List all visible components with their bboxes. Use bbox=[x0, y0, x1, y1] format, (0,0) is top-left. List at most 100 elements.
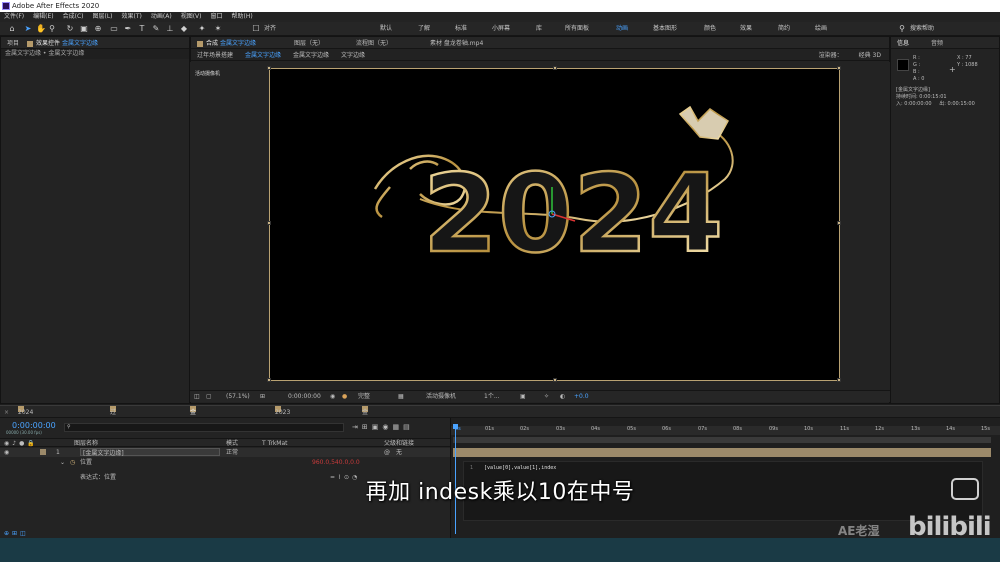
toggle-icon[interactable]: ▣ bbox=[520, 391, 526, 403]
work-area-bar[interactable] bbox=[453, 437, 991, 443]
brush-tool-icon[interactable]: ✎ bbox=[152, 25, 160, 33]
tab-effect-controls[interactable]: 效果控件 金属文字边缘 bbox=[27, 38, 98, 47]
timeline-switch-icons[interactable]: ⇥⊞▣◉▦▤ bbox=[352, 423, 414, 431]
menu-effect[interactable]: 效果(T) bbox=[122, 12, 142, 22]
layer-row[interactable]: ◉ 1 [金属文字边缘] 正常 @ 无 bbox=[0, 448, 450, 457]
layer-name[interactable]: [金属文字边缘] bbox=[80, 448, 220, 457]
exposure-value[interactable]: +0.0 bbox=[574, 391, 589, 403]
col-mode[interactable]: 模式 bbox=[226, 439, 238, 448]
timeline-search-input[interactable]: ⚲ bbox=[64, 423, 344, 432]
crumb-metal-text-2[interactable]: 金属文字边缘 bbox=[293, 50, 329, 59]
camera-tool-icon[interactable]: ▣ bbox=[80, 25, 88, 33]
eye-icon[interactable]: ◉ bbox=[4, 448, 9, 457]
col-trkmat[interactable]: T TrkMat bbox=[262, 439, 288, 448]
workspace-paint[interactable]: 绘画 bbox=[815, 24, 827, 34]
always-preview-icon[interactable]: ◫ bbox=[194, 391, 200, 403]
handle-bottom-center[interactable] bbox=[553, 378, 557, 382]
viewer-timecode[interactable]: 0:00:00:00 bbox=[288, 391, 321, 403]
tab-flowchart[interactable]: 流程图（无） bbox=[356, 38, 392, 47]
views-dropdown[interactable]: 1个... bbox=[484, 391, 500, 403]
menu-window[interactable]: 窗口 bbox=[210, 12, 222, 22]
time-ruler[interactable]: 0s 01s 02s 03s 04s 05s 06s 07s 08s 09s 1… bbox=[451, 426, 1000, 435]
tab-composition[interactable]: 合成 金属文字边缘 bbox=[197, 38, 256, 47]
expression-text[interactable]: [value[0],value[1],index bbox=[484, 465, 556, 471]
menu-animation[interactable]: 动画(A) bbox=[151, 12, 172, 22]
property-value[interactable]: 960.0,540.0,0.0 bbox=[312, 458, 360, 467]
playhead-handle[interactable] bbox=[453, 424, 458, 429]
workspace-library[interactable]: 库 bbox=[536, 24, 542, 34]
selection-tool-icon[interactable]: ➤ bbox=[24, 25, 32, 33]
camera-dropdown[interactable]: 活动摄像机 bbox=[426, 391, 456, 403]
resolution-dropdown[interactable]: 完整 bbox=[358, 391, 370, 403]
search-icon[interactable]: ⚲ bbox=[898, 25, 906, 33]
crumb-metal-text[interactable]: 金属文字边缘 bbox=[245, 50, 281, 59]
menu-composition[interactable]: 合成(C) bbox=[63, 12, 84, 22]
handle-middle-right[interactable] bbox=[837, 221, 841, 225]
workspace-small-screen[interactable]: 小屏幕 bbox=[492, 24, 510, 34]
handle-top-center[interactable] bbox=[553, 66, 557, 70]
rectangle-tool-icon[interactable]: ▭ bbox=[110, 25, 118, 33]
workspace-effects[interactable]: 效果 bbox=[740, 24, 752, 34]
handle-bottom-right[interactable] bbox=[837, 378, 841, 382]
rotate-tool-icon[interactable]: ↻ bbox=[66, 25, 74, 33]
handle-top-right[interactable] bbox=[837, 66, 841, 70]
eraser-tool-icon[interactable]: ◆ bbox=[180, 25, 188, 33]
tab-project[interactable]: 项目 bbox=[7, 38, 19, 47]
handle-middle-left[interactable] bbox=[267, 221, 271, 225]
workspace-color[interactable]: 颜色 bbox=[704, 24, 716, 34]
handle-bottom-left[interactable] bbox=[267, 378, 271, 382]
fast-preview-icon[interactable]: ✧ bbox=[544, 391, 549, 403]
timeline-timecode[interactable]: 0:00:00:00 bbox=[12, 421, 56, 430]
workspace-minimal[interactable]: 简约 bbox=[778, 24, 790, 34]
search-help-field[interactable]: 搜索帮助 bbox=[910, 24, 934, 34]
col-parent[interactable]: 父级和链接 bbox=[384, 439, 414, 448]
show-channel-icon[interactable]: ● bbox=[342, 391, 347, 403]
expand-chevron-icon[interactable]: ⌄ bbox=[60, 458, 65, 467]
type-tool-icon[interactable]: T bbox=[138, 25, 146, 33]
grid-icon[interactable]: ⊞ bbox=[260, 391, 265, 403]
renderer-value[interactable]: 经典 3D bbox=[859, 50, 881, 59]
workspace-animation[interactable]: 动画 bbox=[616, 24, 628, 34]
workspace-learn[interactable]: 了解 bbox=[418, 24, 430, 34]
property-row[interactable]: ⌄ ◷ 位置 960.0,540.0,0.0 bbox=[0, 458, 450, 467]
workspace-all-panels[interactable]: 所有面板 bbox=[565, 24, 589, 34]
crumb-text-edge[interactable]: 文字边缘 bbox=[341, 50, 365, 59]
parent-pickwhip-icon[interactable]: @ bbox=[384, 448, 390, 457]
menu-help[interactable]: 帮助(H) bbox=[232, 12, 253, 22]
snapshot-icon[interactable]: ◉ bbox=[330, 391, 335, 403]
timeline-footer-icons[interactable]: ⊕⊞◫ bbox=[4, 530, 29, 537]
workspace-standard[interactable]: 标准 bbox=[455, 24, 467, 34]
crumb-scene[interactable]: 过年场景搭建 bbox=[197, 50, 233, 59]
composition-frame[interactable]: 2024 bbox=[267, 66, 841, 382]
workspace-essential-graphics[interactable]: 基本图形 bbox=[653, 24, 677, 34]
home-icon[interactable]: ⌂ bbox=[8, 25, 16, 33]
stopwatch-icon[interactable]: ◷ bbox=[70, 458, 75, 467]
tab-footage[interactable]: 素材 盘龙卷轴.mp4 bbox=[430, 38, 483, 47]
menu-file[interactable]: 文件(F) bbox=[4, 12, 24, 22]
menu-view[interactable]: 视图(V) bbox=[181, 12, 202, 22]
handle-top-left[interactable] bbox=[267, 66, 271, 70]
layer-parent-dropdown[interactable]: 无 bbox=[396, 448, 402, 457]
zoom-dropdown[interactable]: (57.1%) bbox=[226, 391, 250, 403]
region-icon[interactable]: ▢ bbox=[206, 391, 212, 403]
pan-behind-icon[interactable]: ⊕ bbox=[94, 25, 102, 33]
snap-checkbox-icon[interactable]: ☐ bbox=[252, 25, 260, 33]
reset-exposure-icon[interactable]: ◐ bbox=[560, 391, 565, 403]
pen-tool-icon[interactable]: ✒ bbox=[124, 25, 132, 33]
transparency-grid-icon[interactable]: ▦ bbox=[398, 391, 404, 403]
menu-edit[interactable]: 编辑(E) bbox=[33, 12, 53, 22]
workspace-default[interactable]: 默认 bbox=[380, 24, 392, 34]
puppet-tool-icon[interactable]: ✶ bbox=[214, 25, 222, 33]
roto-brush-icon[interactable]: ✦ bbox=[198, 25, 206, 33]
tab-layer[interactable]: 图层（无） bbox=[294, 38, 324, 47]
layer-duration-bar[interactable] bbox=[453, 448, 991, 457]
tab-audio[interactable]: 音频 bbox=[931, 38, 943, 47]
layer-color-label[interactable] bbox=[40, 449, 46, 455]
tab-info[interactable]: 信息 bbox=[897, 38, 909, 47]
hand-tool-icon[interactable]: ✋ bbox=[36, 25, 46, 33]
clone-stamp-icon[interactable]: ⊥ bbox=[166, 25, 174, 33]
layer-mode-dropdown[interactable]: 正常 bbox=[226, 448, 238, 457]
menu-layer[interactable]: 图层(L) bbox=[93, 12, 113, 22]
zoom-tool-icon[interactable]: ⚲ bbox=[48, 25, 56, 33]
col-layer-name[interactable]: 图层名称 bbox=[74, 439, 98, 448]
